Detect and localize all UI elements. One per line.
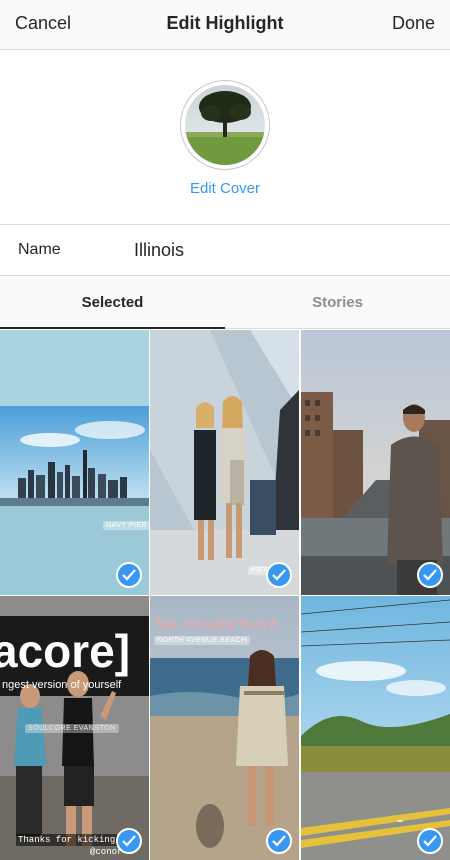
story-thumbnail[interactable] xyxy=(301,330,450,595)
edit-cover-link[interactable]: Edit Cover xyxy=(0,180,450,197)
done-button[interactable]: Done xyxy=(392,13,435,34)
tab-bar: Selected Stories xyxy=(0,277,450,329)
story-grid: NAVY PIER PIER acore] ngest version of y… xyxy=(0,330,450,860)
story-caption: Thanks for kicking xyxy=(16,834,118,846)
story-image xyxy=(150,330,299,595)
selected-check-icon[interactable] xyxy=(417,562,443,588)
story-thumbnail[interactable]: PIER xyxy=(150,330,299,595)
location-sticker: NAVY PIER xyxy=(103,521,149,530)
nav-header: Cancel Edit Highlight Done xyxy=(0,0,450,50)
selected-check-icon[interactable] xyxy=(417,828,443,854)
selected-check-icon[interactable] xyxy=(266,562,292,588)
tab-selected[interactable]: Selected xyxy=(0,277,225,329)
story-image xyxy=(301,330,450,595)
sticker xyxy=(397,820,403,822)
tab-stories[interactable]: Stories xyxy=(225,277,450,329)
selected-check-icon[interactable] xyxy=(266,828,292,854)
selected-check-icon[interactable] xyxy=(116,562,142,588)
location-sticker: NORTH AVENUE BEACH xyxy=(154,636,250,645)
story-thumbnail[interactable]: acore] ngest version of yourself SOULCOR… xyxy=(0,596,149,860)
name-label: Name xyxy=(18,241,61,258)
cover-image xyxy=(185,85,265,165)
story-image xyxy=(0,330,149,595)
name-input[interactable] xyxy=(134,237,434,263)
name-row: Name xyxy=(0,224,450,276)
highlight-cover[interactable] xyxy=(180,80,270,170)
story-thumbnail[interactable]: Not crowded beach NORTH AVENUE BEACH xyxy=(150,596,299,860)
script-text: Not crowded beach xyxy=(154,616,278,633)
banner-subtext: ngest version of yourself xyxy=(2,679,122,691)
location-sticker: SOULCORE EVANSTON xyxy=(25,724,119,733)
story-image xyxy=(301,596,450,860)
story-thumbnail[interactable] xyxy=(301,596,450,860)
page-title: Edit Highlight xyxy=(166,13,284,33)
soulcore-banner: acore] xyxy=(0,625,131,677)
story-thumbnail[interactable]: NAVY PIER xyxy=(0,330,149,595)
selected-check-icon[interactable] xyxy=(116,828,142,854)
grid-divider xyxy=(0,595,450,596)
cover-section: Edit Cover xyxy=(0,51,450,224)
